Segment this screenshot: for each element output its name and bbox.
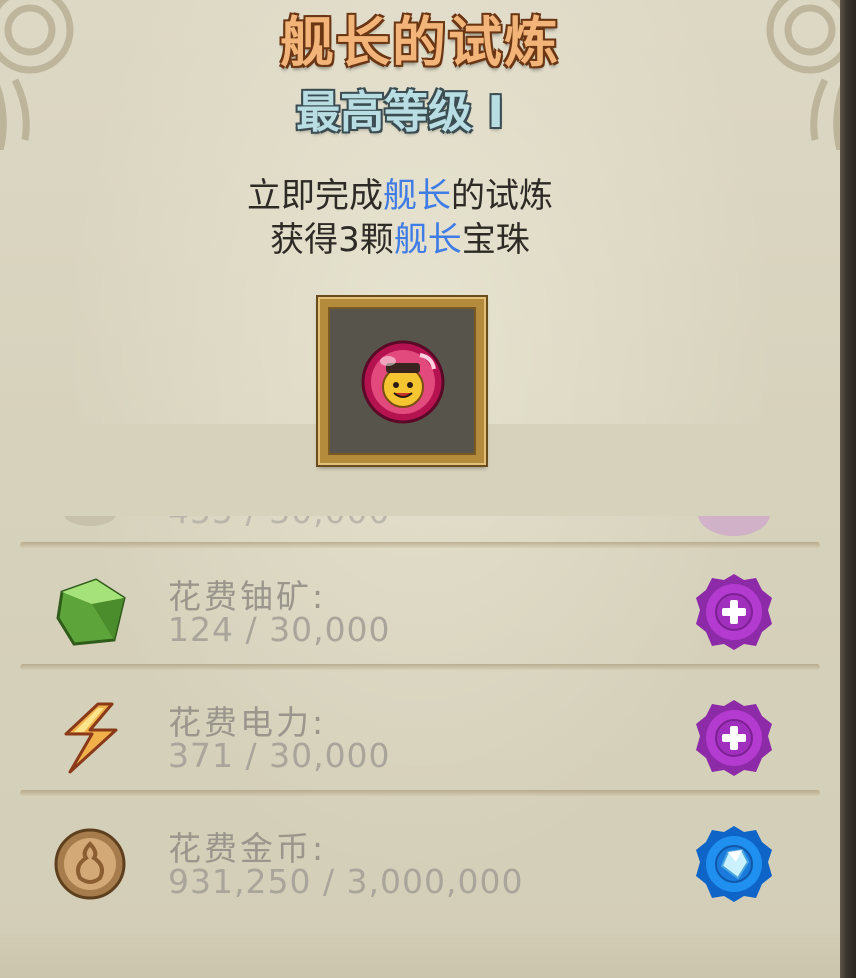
- resource-row-uranium: 花费铀矿: 124 / 30,000: [0, 548, 840, 670]
- add-uranium-button[interactable]: [692, 570, 776, 654]
- desc-highlight: 舰长: [393, 220, 462, 260]
- desc-text: 立即完成: [247, 176, 383, 216]
- trial-panel: 舰长的试炼 最高等级 I 立即完成舰长的试炼 获得3颗舰长宝珠 455 / 30…: [0, 0, 840, 978]
- desc-highlight: 舰长: [383, 176, 451, 216]
- resource-value: 931,250 / 3,000,000: [168, 862, 524, 901]
- desc-text: 的试炼: [451, 176, 553, 216]
- row-divider: [20, 664, 820, 670]
- buy-gold-button[interactable]: [692, 822, 776, 906]
- resource-value: 371 / 30,000: [168, 736, 391, 775]
- captain-orb-icon: [361, 340, 445, 424]
- description-line-2: 获得3颗舰长宝珠: [0, 212, 800, 261]
- add-power-button[interactable]: [692, 696, 776, 780]
- gold-coin-icon: [54, 828, 126, 900]
- resource-row-power: 花费电力: 371 / 30,000: [0, 674, 840, 796]
- desc-text: 获得3颗: [270, 220, 394, 260]
- max-level-subtitle: 最高等级 I: [296, 87, 504, 138]
- resource-row-gold: 花费金币: 931,250 / 3,000,000: [0, 800, 840, 922]
- lightning-icon: [64, 702, 118, 774]
- uranium-ore-icon: [56, 578, 126, 646]
- row-divider: [20, 790, 820, 796]
- desc-text: 宝珠: [461, 220, 530, 260]
- page-title: 舰长的试炼: [280, 11, 560, 74]
- reward-item-frame[interactable]: [318, 297, 486, 465]
- panel-bottom: [0, 934, 840, 978]
- resource-value: 124 / 30,000: [168, 610, 391, 649]
- window-edge: [840, 0, 856, 978]
- description-line-1: 立即完成舰长的试炼: [0, 168, 800, 217]
